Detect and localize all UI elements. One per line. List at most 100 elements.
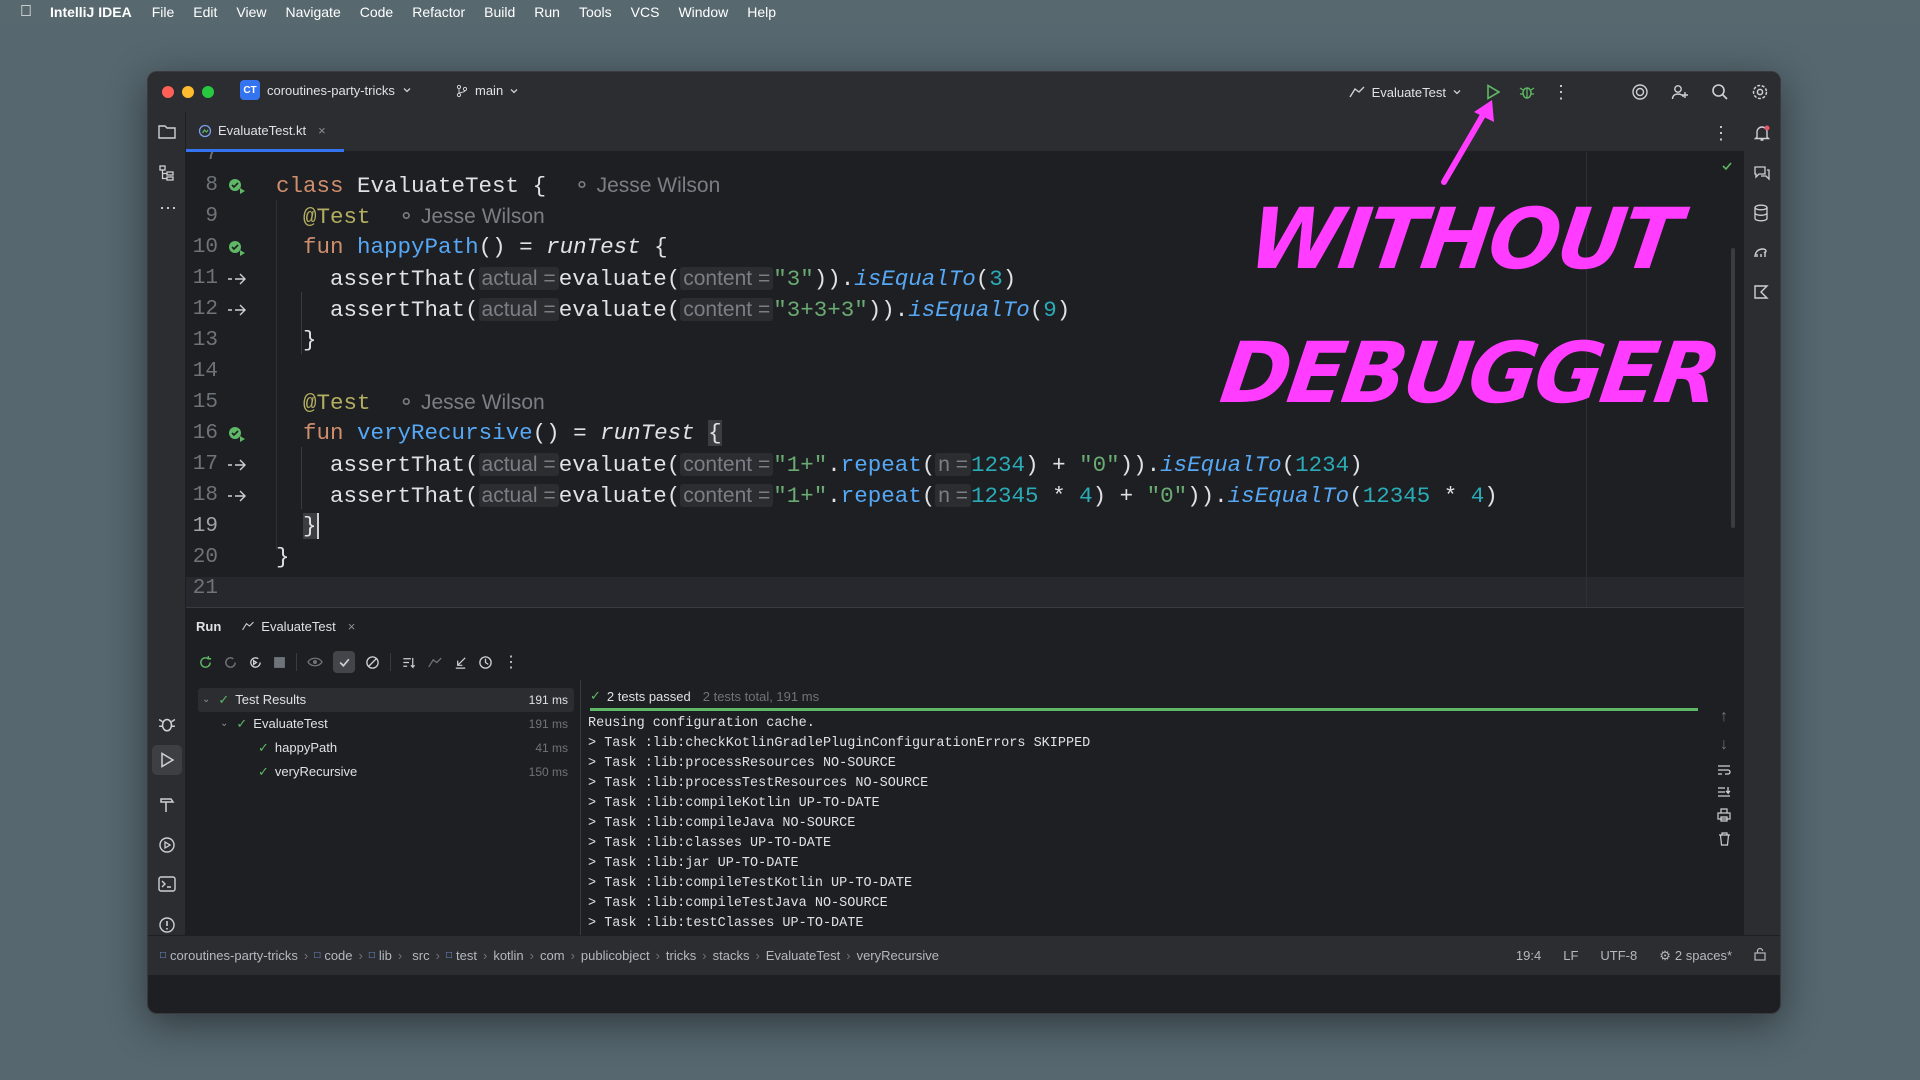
run-test-gutter-icon[interactable] <box>226 170 248 201</box>
problems-icon[interactable] <box>158 916 176 934</box>
author-hint[interactable]: ⚬ Jesse Wilson <box>398 205 545 228</box>
breadcrumb-item[interactable]: □ coroutines-party-tricks <box>160 948 298 963</box>
search-icon[interactable] <box>1700 83 1740 101</box>
menu-run[interactable]: Run <box>534 4 560 20</box>
build-hammer-icon[interactable] <box>158 796 176 814</box>
breadcrumb-item[interactable]: src <box>408 948 429 963</box>
toggle-auto-test-icon[interactable] <box>248 655 263 670</box>
breadcrumb-item[interactable]: stacks <box>713 948 750 963</box>
readonly-lock-icon[interactable] <box>1754 947 1766 964</box>
arrow-up-icon[interactable]: ↑ <box>1720 708 1728 726</box>
project-selector[interactable]: CT coroutines-party-tricks <box>240 80 412 100</box>
breadcrumb-separator-icon: › <box>846 948 851 963</box>
app-name-menu[interactable]: IntelliJ IDEA <box>50 4 132 20</box>
tab-run[interactable]: Run <box>196 619 221 634</box>
services-icon[interactable] <box>158 836 176 854</box>
trash-icon[interactable] <box>1718 832 1731 846</box>
database-icon[interactable] <box>1753 204 1769 222</box>
more-options-icon[interactable]: ⋮ <box>503 652 519 672</box>
line-separator[interactable]: LF <box>1563 948 1578 963</box>
tree-row-evaluatetest[interactable]: ⌄ ✓ EvaluateTest 191 ms <box>198 712 574 736</box>
sort-icon[interactable] <box>401 655 417 670</box>
menu-build[interactable]: Build <box>484 4 515 20</box>
settings-gear-icon[interactable] <box>1740 83 1780 101</box>
menu-code[interactable]: Code <box>360 4 393 20</box>
code-line: assertThat(actual = evaluate(content = "3+… <box>330 297 1071 323</box>
breadcrumb-item[interactable]: EvaluateTest <box>766 948 840 963</box>
scroll-to-end-icon[interactable] <box>1717 786 1731 798</box>
breadcrumb-item[interactable]: kotlin <box>493 948 523 963</box>
stop-icon[interactable] <box>273 656 286 669</box>
chevron-down-icon[interactable]: ⌄ <box>202 688 210 712</box>
notifications-bell-icon[interactable] <box>1753 124 1771 142</box>
menu-window[interactable]: Window <box>678 4 728 20</box>
debug-tool-icon[interactable] <box>158 715 176 733</box>
breadcrumb-item[interactable]: tricks <box>666 948 696 963</box>
history-clock-icon[interactable] <box>478 655 493 670</box>
file-encoding[interactable]: UTF-8 <box>1600 948 1637 963</box>
kotlin-notebook-icon[interactable] <box>1753 284 1769 300</box>
menu-refactor[interactable]: Refactor <box>412 4 465 20</box>
test-progress-bar <box>590 708 1698 711</box>
gradle-icon[interactable] <box>1753 244 1771 260</box>
show-ignored-icon[interactable] <box>365 655 380 670</box>
status-bar: □ coroutines-party-tricks › □ code › □ lib › src ›… <box>148 935 1780 975</box>
close-window-button[interactable] <box>162 86 174 98</box>
menu-vcs[interactable]: VCS <box>631 4 660 20</box>
show-passed-eye-icon[interactable] <box>307 656 323 668</box>
ai-chat-icon[interactable] <box>1753 164 1771 182</box>
tab-options-icon[interactable]: ⋮ <box>1712 123 1730 144</box>
caret-position[interactable]: 19:4 <box>1516 948 1541 963</box>
author-hint[interactable]: ⚬ Jesse Wilson <box>398 391 545 414</box>
console-line: > Task :lib:checkKotlinGradlePluginConfi… <box>588 736 1091 751</box>
debug-icon[interactable] <box>1510 84 1544 100</box>
print-icon[interactable] <box>1717 808 1731 822</box>
collapse-icon[interactable] <box>453 655 468 670</box>
more-tools-icon[interactable]: ⋯ <box>159 198 177 219</box>
rerun-failed-icon[interactable] <box>223 655 238 670</box>
import-tests-icon[interactable] <box>427 655 443 670</box>
branch-selector[interactable]: main <box>455 83 519 98</box>
menu-view[interactable]: View <box>236 4 266 20</box>
tree-row-happypath[interactable]: ✓ happyPath 41 ms <box>198 736 574 760</box>
apple-logo-icon[interactable]:  <box>20 3 32 21</box>
breadcrumb-item[interactable]: veryRecursive <box>857 948 939 963</box>
project-folder-icon[interactable] <box>158 124 176 140</box>
breadcrumb-item[interactable]: □ lib <box>369 948 392 963</box>
indent-setting[interactable]: ⚙ 2 spaces* <box>1659 948 1732 964</box>
author-hint[interactable]: ⚬ Jesse Wilson <box>573 174 720 197</box>
arrow-down-icon[interactable]: ↓ <box>1720 736 1728 754</box>
menu-tools[interactable]: Tools <box>579 4 612 20</box>
soft-wrap-icon[interactable] <box>1717 764 1731 776</box>
breadcrumb-item[interactable]: □ code <box>314 948 352 963</box>
line-number: 13 <box>192 329 218 352</box>
chevron-down-icon[interactable]: ⌄ <box>220 712 228 736</box>
add-user-icon[interactable] <box>1660 83 1700 101</box>
tree-row-test-results[interactable]: ⌄ ✓ Test Results 191 ms <box>198 688 574 712</box>
run-test-gutter-icon[interactable] <box>226 418 248 449</box>
tab-evaluatetest-run[interactable]: EvaluateTest × <box>241 619 355 634</box>
run-tool-icon[interactable] <box>152 745 182 775</box>
structure-icon[interactable] <box>158 164 176 182</box>
close-tab-icon[interactable]: × <box>348 619 356 634</box>
more-actions-icon[interactable]: ⋮ <box>1544 82 1578 103</box>
run-test-gutter-icon[interactable] <box>226 232 248 263</box>
menu-edit[interactable]: Edit <box>193 4 217 20</box>
rerun-icon[interactable] <box>198 655 213 670</box>
breadcrumb-item[interactable]: □ test <box>446 948 477 963</box>
ai-assistant-icon[interactable] <box>1620 83 1660 101</box>
panel-splitter[interactable] <box>580 680 581 936</box>
tab-evaluatetest-kt[interactable]: EvaluateTest.kt × <box>186 112 344 152</box>
breadcrumb-item[interactable]: publicobject <box>581 948 650 963</box>
breadcrumb-separator-icon: › <box>570 948 575 963</box>
minimize-window-button[interactable] <box>182 86 194 98</box>
close-tab-icon[interactable]: × <box>318 123 326 138</box>
menu-help[interactable]: Help <box>747 4 776 20</box>
breadcrumb-item[interactable]: com <box>540 948 565 963</box>
menu-file[interactable]: File <box>152 4 175 20</box>
tree-row-veryrecursive[interactable]: ✓ veryRecursive 150 ms <box>198 760 574 784</box>
zoom-window-button[interactable] <box>202 86 214 98</box>
show-passed-check-icon[interactable] <box>333 651 355 673</box>
menu-navigate[interactable]: Navigate <box>285 4 340 20</box>
terminal-icon[interactable] <box>158 876 176 892</box>
